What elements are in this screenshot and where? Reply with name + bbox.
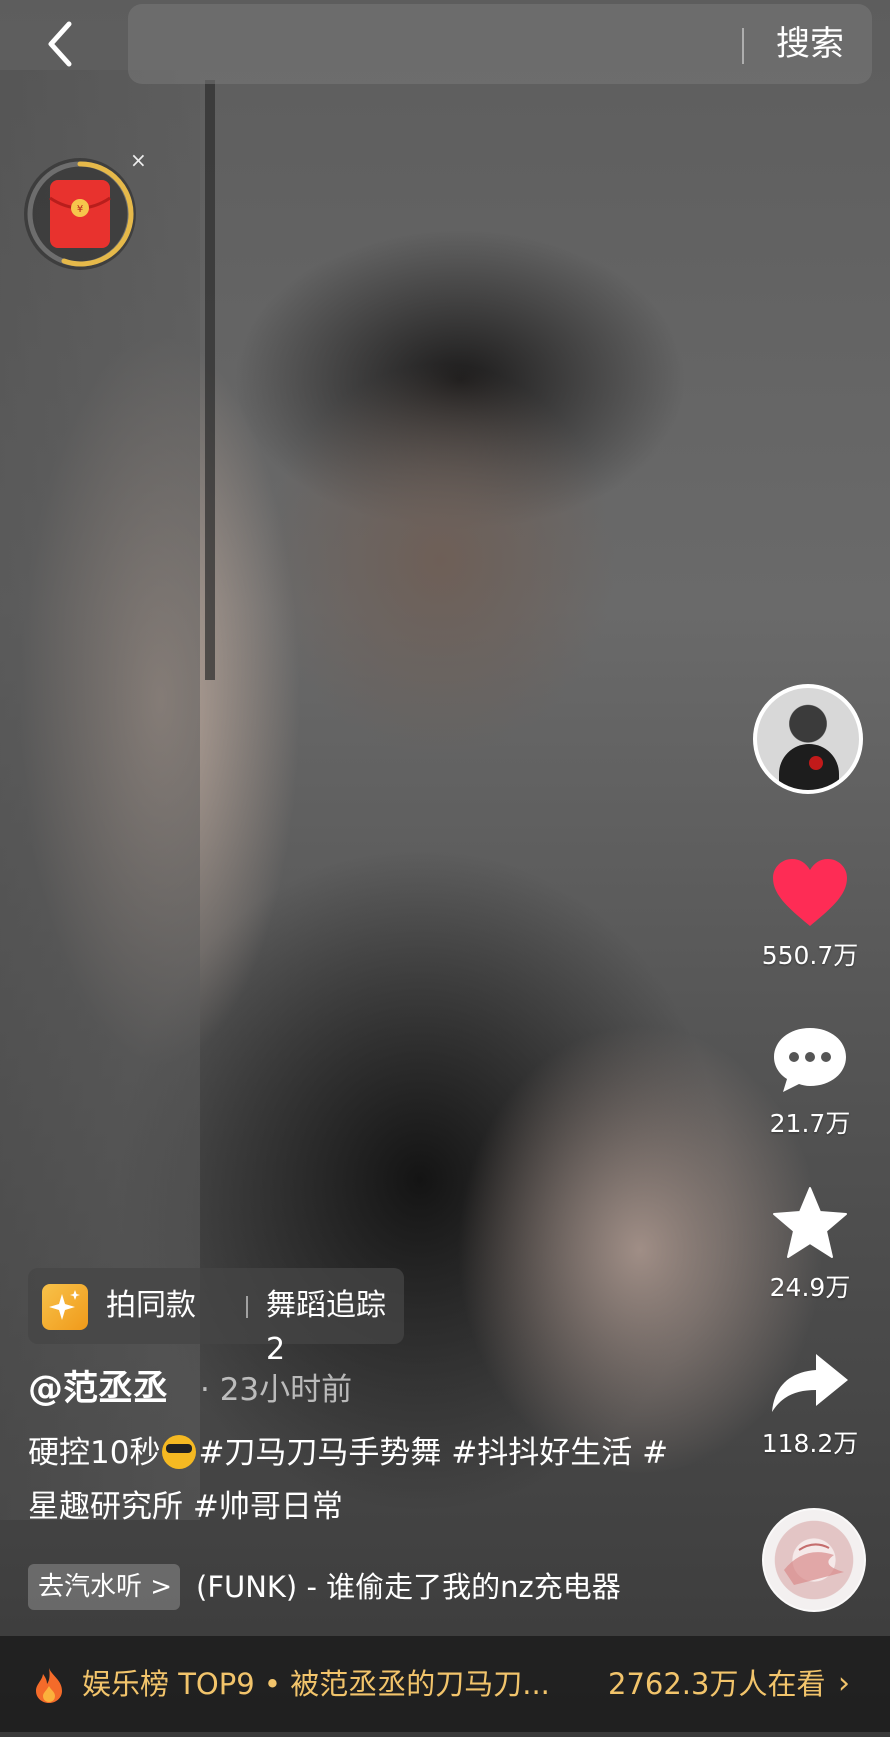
favorite-count: 24.9万 [769,1273,851,1302]
chevron-right-icon: › [838,1666,850,1701]
red-envelope-icon: ¥ [49,180,111,248]
author-avatar[interactable] [753,684,863,794]
like-button[interactable]: 550.7万 [750,858,870,972]
viewer-count: 2762.3万人在看 [608,1667,826,1701]
caption-text: 硬控10秒 [28,1435,161,1471]
avatar-figure [779,744,839,790]
hashtag[interactable]: #抖抖好生活 [451,1435,632,1471]
shoot-same-template-chip[interactable]: 拍同款 舞蹈追踪2 [28,1268,404,1367]
post-time: · 23小时前 [200,1372,353,1408]
like-count: 550.7万 [761,941,859,970]
trending-bar[interactable]: 娱乐榜 TOP9 • 被范丞丞的刀马刀... 2762.3万人在看 › [0,1636,890,1732]
fire-icon [36,1668,62,1703]
template-label: 拍同款 [106,1288,196,1323]
author-name[interactable]: @范丞丞 [28,1364,168,1414]
music-disc[interactable] [762,1508,866,1612]
hashtag[interactable]: #帅哥日常 [193,1489,343,1525]
music-cover-art [784,1543,844,1585]
comment-icon [774,1028,846,1092]
star-icon [773,1187,847,1258]
comment-count: 21.7万 [769,1109,851,1138]
template-divider [246,1296,248,1318]
share-count: 118.2万 [761,1429,859,1458]
avatar-rose [809,756,823,770]
top-bar: 搜索 [0,0,890,90]
back-button[interactable] [36,16,84,72]
search-input[interactable]: 搜索 [128,4,872,84]
video-background-door-edge [205,80,215,680]
sparkle-icon [42,1284,88,1330]
music-title[interactable]: (FUNK) - 谁偷走了我的nz充电器 [196,1564,621,1610]
search-button[interactable]: 搜索 [776,22,844,66]
red-packet-widget[interactable]: ¥ [24,158,136,270]
red-packet-close-button[interactable]: × [130,148,147,172]
listen-in-qishui-button[interactable]: 去汽水听 > [28,1564,180,1610]
trending-text: 娱乐榜 TOP9 • 被范丞丞的刀马刀... [82,1667,550,1701]
share-button[interactable]: 118.2万 [750,1350,870,1460]
comment-button[interactable]: 21.7万 [750,1024,870,1140]
template-name: 舞蹈追踪2 [266,1288,386,1367]
search-divider [742,28,744,64]
chevron-left-icon [48,21,72,67]
hashtag[interactable]: #刀马刀马手势舞 [198,1435,441,1471]
sunglasses-emoji-icon [162,1435,197,1469]
heart-icon [773,859,847,926]
video-caption: 硬控10秒 #刀马刀马手势舞 #抖抖好生活 #星趣研究所 #帅哥日常 [28,1426,678,1534]
share-arrow-icon [772,1354,848,1412]
favorite-button[interactable]: 24.9万 [750,1186,870,1304]
svg-text:¥: ¥ [77,204,83,215]
